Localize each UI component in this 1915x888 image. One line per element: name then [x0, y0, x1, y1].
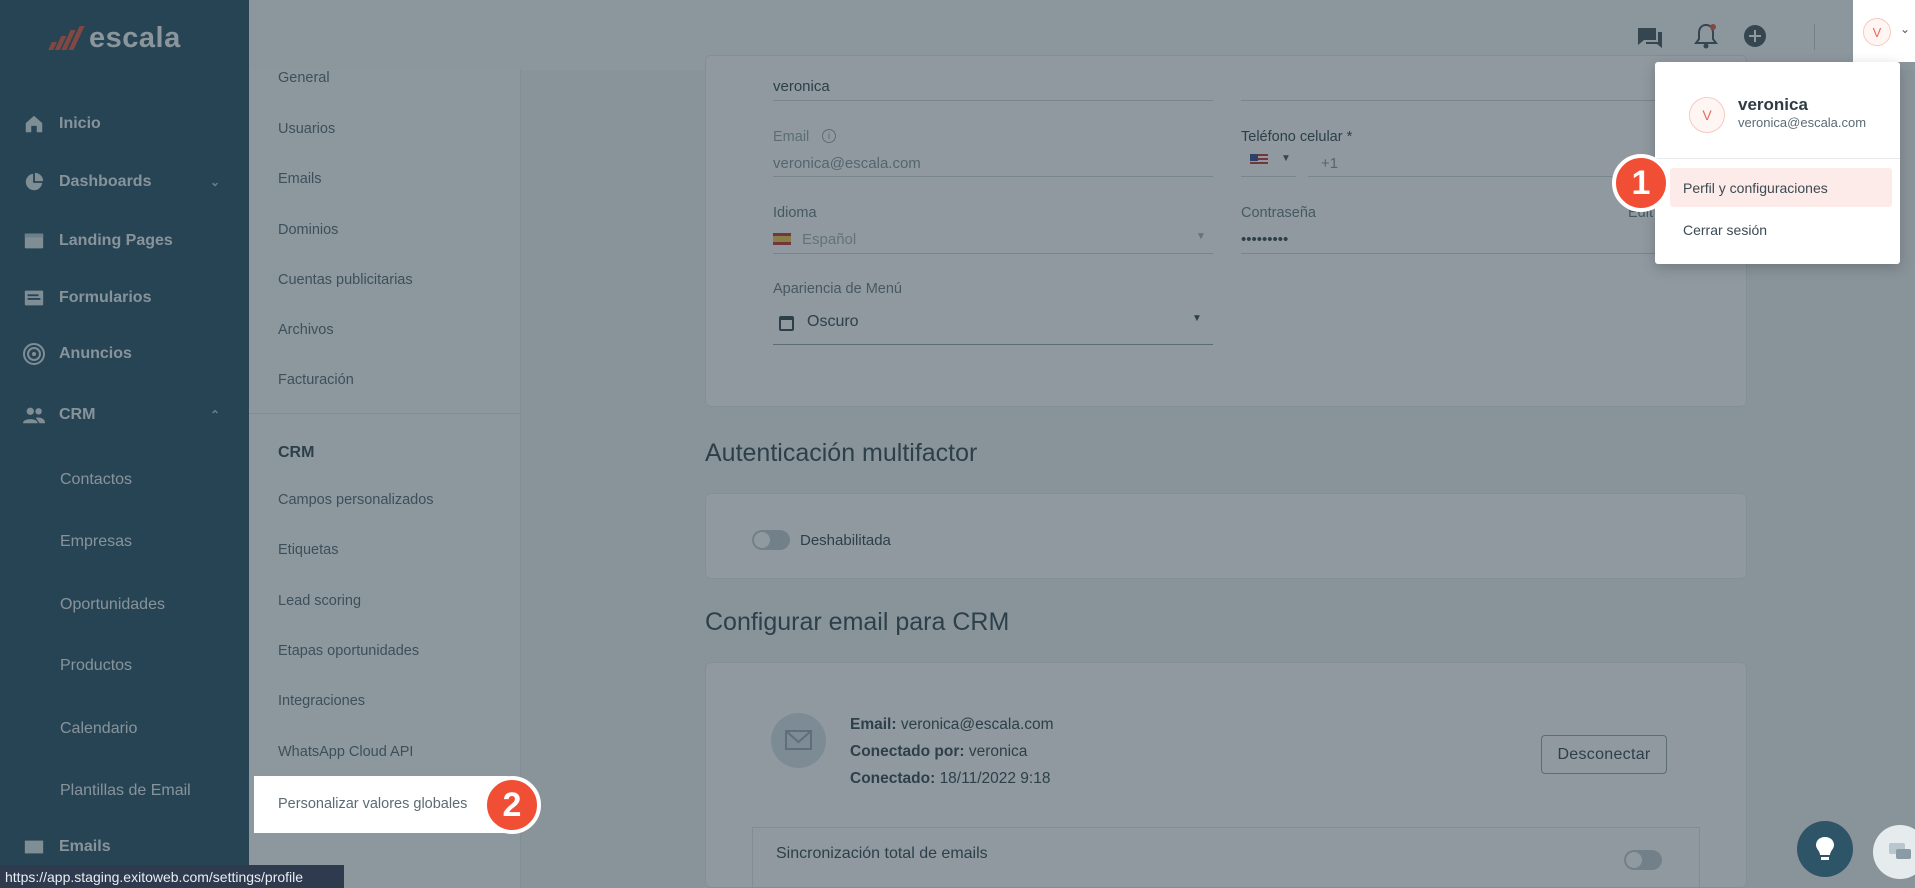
dim-overlay: [0, 0, 1915, 888]
dropdown-user-name: veronica: [1738, 95, 1808, 114]
dropdown-avatar: V: [1689, 97, 1725, 133]
status-bar-url: https://app.staging.exitoweb.com/setting…: [0, 865, 344, 888]
user-menu-button[interactable]: V ⌄: [1853, 0, 1915, 62]
chevron-down-icon: ⌄: [1900, 22, 1911, 36]
menu-item-logout[interactable]: Cerrar sesión: [1670, 210, 1892, 249]
dropdown-user-email: veronica@escala.com: [1738, 115, 1867, 130]
avatar: V: [1863, 18, 1891, 46]
app-root: escala Inicio Dashboards ⌄ Landing Pages: [0, 0, 1915, 888]
step-badge-2: 2: [483, 776, 541, 834]
settings-item-personalizar-valores-globales[interactable]: Personalizar valores globales: [254, 776, 508, 833]
menu-item-profile-settings[interactable]: Perfil y configuraciones: [1670, 168, 1892, 207]
user-dropdown-menu: V veronica veronica@escala.com Perfil y …: [1655, 62, 1900, 264]
lightbulb-help-button[interactable]: [1797, 821, 1853, 877]
step-badge-1: 1: [1612, 154, 1670, 212]
